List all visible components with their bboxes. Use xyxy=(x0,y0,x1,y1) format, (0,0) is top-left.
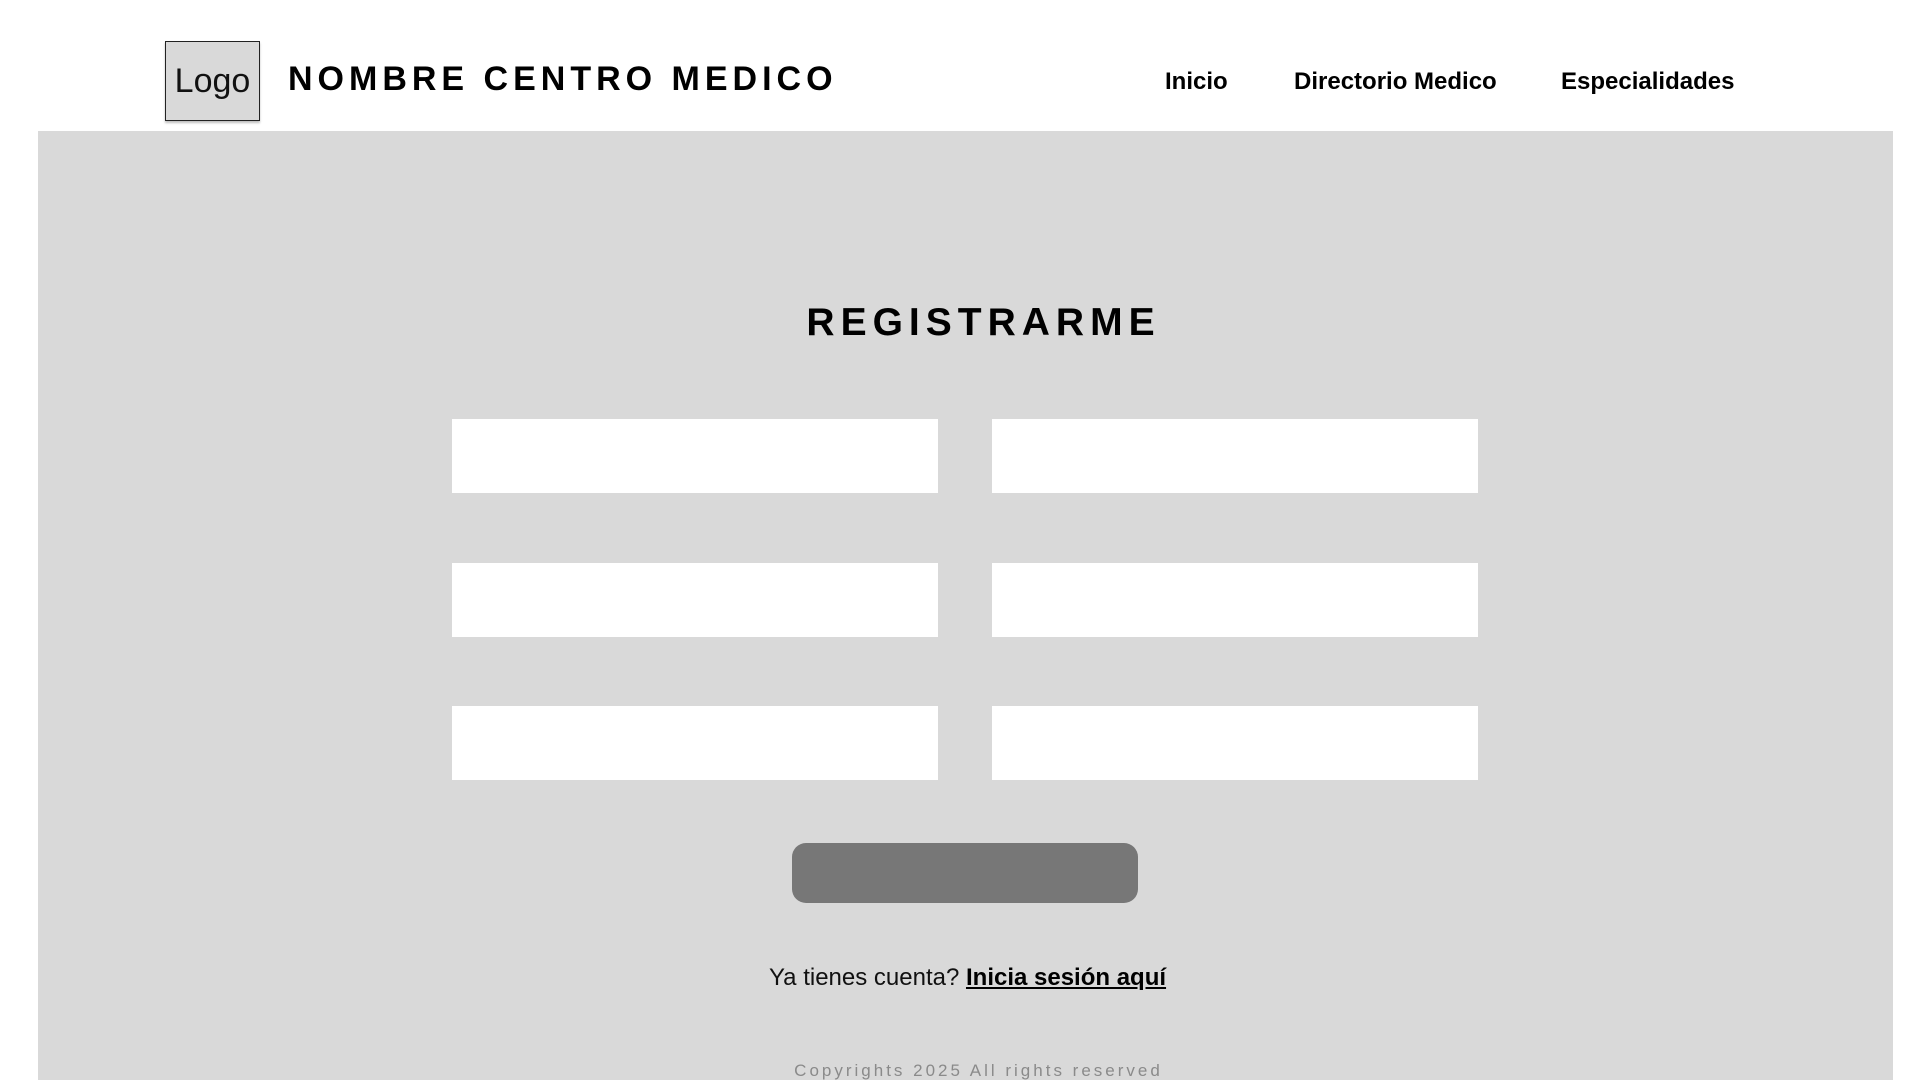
login-link[interactable]: Inicia sesión aquí xyxy=(966,964,1166,991)
register-field-5[interactable] xyxy=(452,706,938,780)
register-panel: REGISTRARME Ya tienes cuenta? Inicia ses… xyxy=(38,131,1893,1080)
logo-label: Logo xyxy=(174,61,251,100)
register-field-2[interactable] xyxy=(992,419,1478,493)
register-field-1[interactable] xyxy=(452,419,938,493)
register-button[interactable] xyxy=(792,843,1138,903)
page-title: REGISTRARME xyxy=(806,301,1161,344)
site-header: Logo NOMBRE CENTRO MEDICO Inicio Directo… xyxy=(0,0,1920,131)
logo[interactable]: Logo xyxy=(165,41,260,121)
nav-link-inicio[interactable]: Inicio xyxy=(1165,68,1228,96)
login-prompt: Ya tienes cuenta? xyxy=(768,964,960,991)
copyright: Copyrights 2025 All rights reserved xyxy=(794,1061,1163,1080)
register-field-4[interactable] xyxy=(992,563,1478,637)
site-title: NOMBRE CENTRO MEDICO xyxy=(288,60,838,98)
register-field-3[interactable] xyxy=(452,563,938,637)
register-field-6[interactable] xyxy=(992,706,1478,780)
nav-link-directorio-medico[interactable]: Directorio Medico xyxy=(1294,68,1497,96)
login-prompt-line: Ya tienes cuenta? Inicia sesión aquí xyxy=(38,964,1893,992)
nav-link-especialidades[interactable]: Especialidades xyxy=(1561,68,1734,96)
